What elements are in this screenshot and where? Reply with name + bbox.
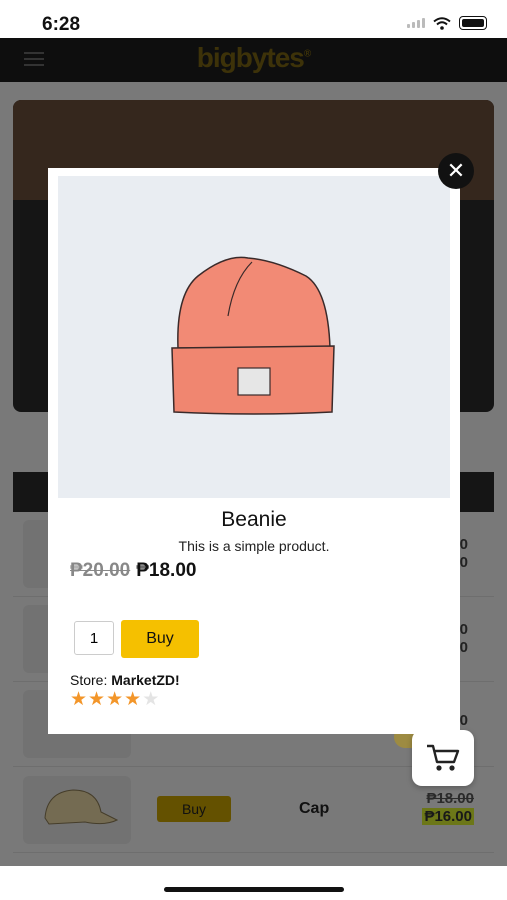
current-price: ₱18.00 [136,560,197,581]
buy-button[interactable]: Buy [121,620,199,658]
store-name[interactable]: MarketZD! [111,672,179,688]
star-filled-icon: ★ [70,689,88,710]
status-time: 6:28 [42,14,81,35]
product-description: This is a simple product. [178,538,330,554]
star-filled-icon: ★ [124,689,142,710]
close-button[interactable]: ✕ [438,153,474,189]
rating-stars: ★ ★ ★ ★ ★ [70,690,159,710]
quantity-input[interactable] [74,621,114,655]
status-icons [407,16,487,30]
home-indicator[interactable] [164,887,344,892]
product-image [58,176,450,498]
star-filled-icon: ★ [88,689,106,710]
store-info: Store: MarketZD! [70,672,180,688]
close-icon: ✕ [446,158,466,183]
battery-icon [459,16,487,30]
status-bar: 6:28 [0,0,507,38]
old-price: ₱20.00 [70,560,131,581]
star-empty-icon: ★ [142,689,160,710]
cart-button[interactable] [412,730,474,786]
product-price: ₱20.00 ₱18.00 [70,560,196,582]
home-indicator-bar [0,866,507,900]
store-label: Store: [70,672,108,688]
product-modal: Beanie This is a simple product. ₱20.00 ₱… [48,168,460,734]
wifi-icon [433,16,451,30]
star-filled-icon: ★ [106,689,124,710]
signal-icon [407,18,425,28]
beanie-image [171,256,335,415]
product-title: Beanie [221,508,287,531]
cart-icon [427,744,460,771]
